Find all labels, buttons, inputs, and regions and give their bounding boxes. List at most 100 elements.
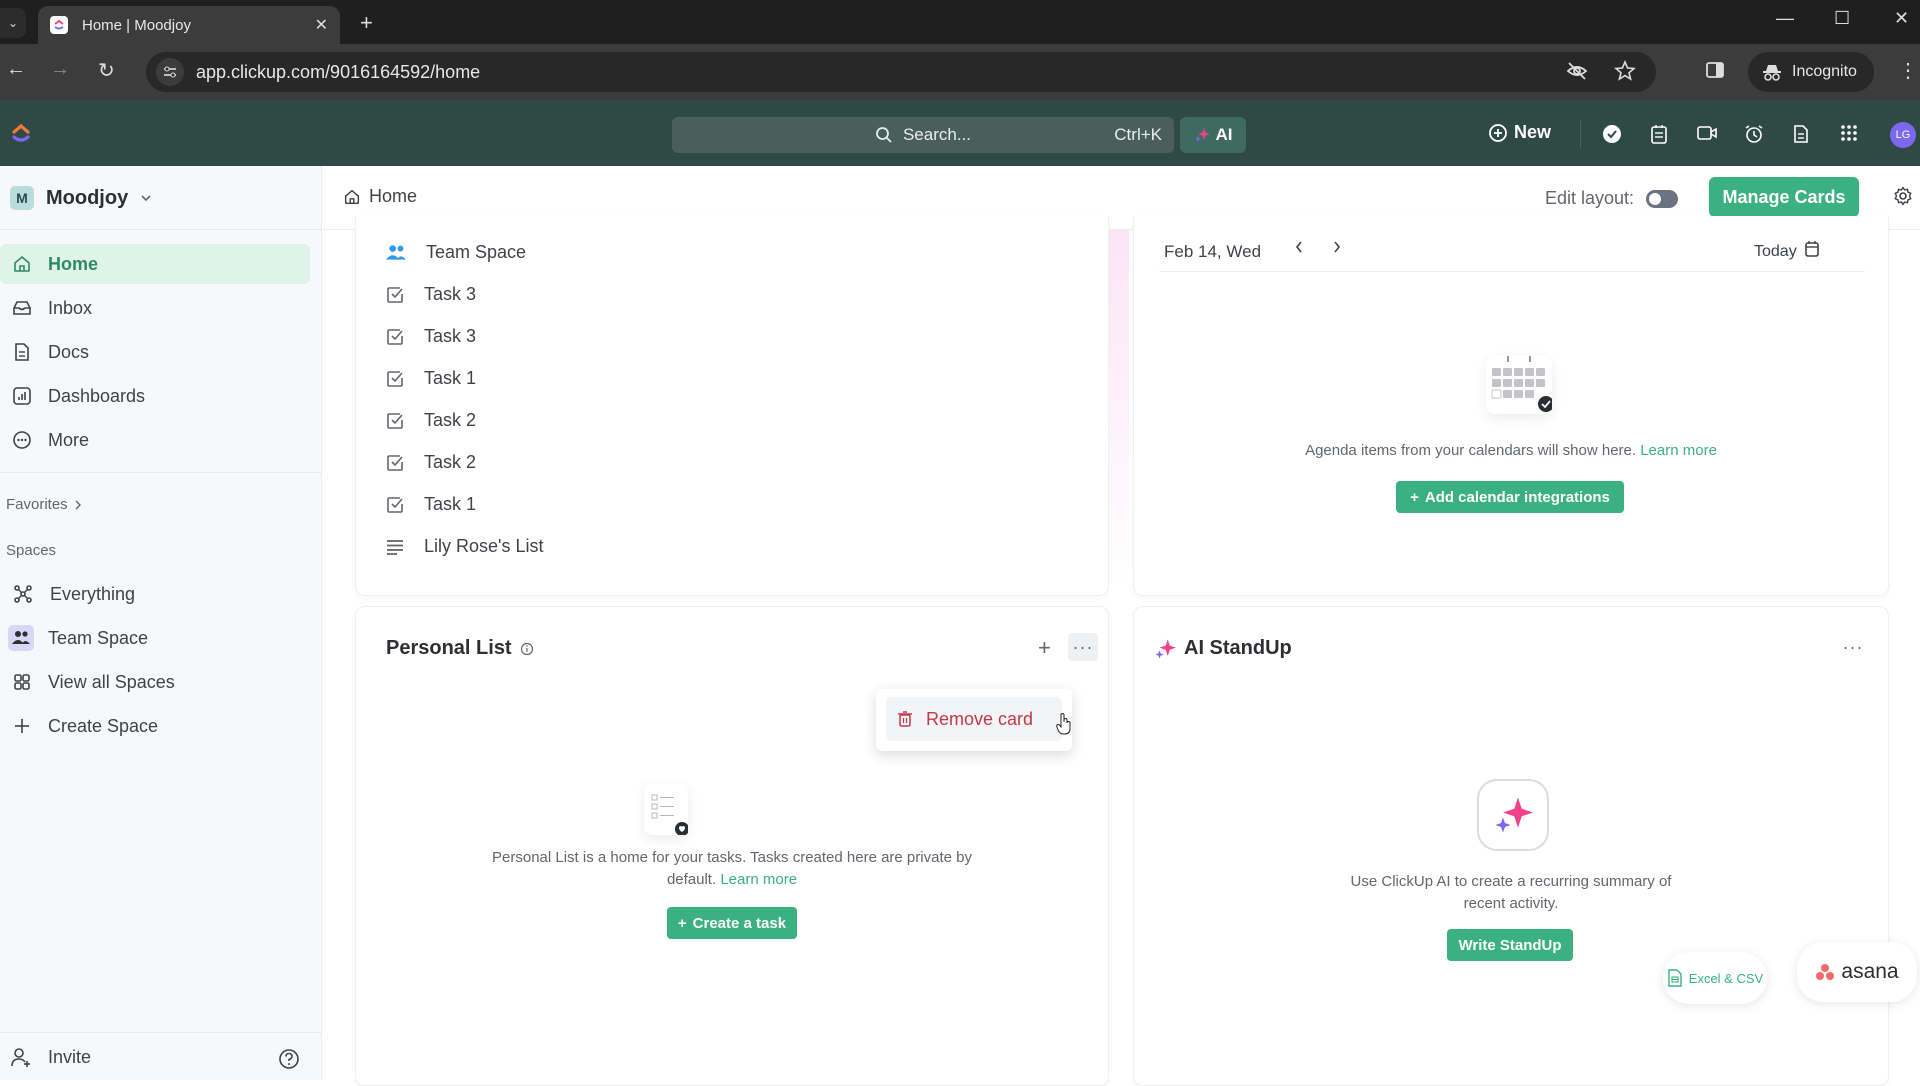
incognito-label: Incognito <box>1792 63 1857 80</box>
add-task-button[interactable]: + <box>1038 635 1051 661</box>
bookmark-star-icon[interactable] <box>1614 60 1636 82</box>
video-record-icon[interactable] <box>1696 124 1718 142</box>
search-input[interactable]: Search... Ctrl+K <box>672 117 1174 153</box>
address-bar[interactable]: app.clickup.com/9016164592/home <box>146 52 1656 92</box>
ai-standup-card: AI StandUp ··· Use ClickUp AI to create … <box>1133 606 1889 1086</box>
card-edge-highlight <box>1109 230 1129 590</box>
calendar-icon[interactable] <box>1804 240 1820 258</box>
breadcrumb[interactable]: Home <box>343 186 417 207</box>
browser-tab[interactable]: Home | Moodjoy ✕ <box>38 6 340 44</box>
notepad-icon[interactable] <box>1650 124 1668 144</box>
sidebar-item-home[interactable]: Home <box>0 244 310 284</box>
close-tab-icon[interactable]: ✕ <box>315 15 328 35</box>
new-button[interactable]: New <box>1488 122 1551 143</box>
personal-list-learn-more-link[interactable]: Learn more <box>720 871 797 888</box>
add-calendar-integrations-button[interactable]: + Add calendar integrations <box>1396 481 1624 513</box>
sidebar-item-dashboards[interactable]: Dashboards <box>0 376 310 416</box>
sidebar-item-label: Inbox <box>48 297 93 318</box>
checklist-illustration-icon <box>644 783 688 835</box>
eye-off-icon[interactable] <box>1566 60 1588 82</box>
side-panel-icon[interactable] <box>1705 60 1725 80</box>
spaces-section: Spaces <box>6 542 56 559</box>
recent-item[interactable]: Task 2 <box>386 410 476 431</box>
sidebar-item-more[interactable]: More <box>0 420 310 460</box>
recent-item[interactable]: Lily Rose's List <box>386 536 543 557</box>
sidebar-item-label: Home <box>48 253 99 274</box>
plus-icon: + <box>677 914 687 932</box>
edit-layout-control: Edit layout: <box>1545 188 1679 209</box>
invite-button[interactable]: Invite <box>10 1046 91 1068</box>
recent-item[interactable]: Task 2 <box>386 452 476 473</box>
workspace-switcher[interactable]: M Moodjoy <box>10 186 152 210</box>
user-avatar[interactable]: LG <box>1890 122 1916 148</box>
edit-layout-toggle[interactable] <box>1646 189 1679 208</box>
recent-item[interactable]: Task 1 <box>386 368 476 389</box>
divider <box>0 1032 322 1033</box>
document-icon[interactable] <box>1792 124 1810 144</box>
reload-icon[interactable]: ↻ <box>98 58 115 83</box>
tab-search-button[interactable]: ⌄ <box>0 8 26 38</box>
minimize-icon[interactable]: — <box>1776 8 1794 29</box>
personal-list-empty-line-2: default. Learn more <box>356 869 1108 891</box>
browser-menu-icon[interactable]: ⋮ <box>1898 58 1918 83</box>
close-window-icon[interactable]: ✕ <box>1894 8 1909 29</box>
clickup-logo-icon[interactable] <box>10 122 32 144</box>
site-settings-icon[interactable] <box>156 58 184 86</box>
check-circle-icon[interactable] <box>1602 124 1622 144</box>
main-content: Home Edit layout: Manage Cards Team Spac… <box>323 166 1920 1086</box>
prev-day-button[interactable] <box>1294 240 1304 254</box>
more-icon <box>12 430 32 450</box>
recent-item[interactable]: Task 3 <box>386 284 476 305</box>
recent-item-label: Task 2 <box>424 452 477 472</box>
dashboard-icon <box>12 386 32 406</box>
grid-icon <box>12 672 32 692</box>
forward-icon[interactable]: → <box>50 58 70 81</box>
sidebar-item-team-space[interactable]: Team Space <box>0 618 310 658</box>
ai-sparkle-icon <box>1154 638 1176 660</box>
sidebar-item-everything[interactable]: Everything <box>0 574 310 614</box>
remove-card-label: Remove card <box>926 708 1034 729</box>
inbox-icon <box>12 298 32 318</box>
import-asana-chip[interactable]: asana <box>1797 942 1917 1002</box>
incognito-indicator[interactable]: Incognito <box>1748 52 1874 92</box>
recent-item[interactable]: Task 1 <box>386 494 476 515</box>
back-icon[interactable]: ← <box>6 58 26 81</box>
sidebar-item-docs[interactable]: Docs <box>0 332 310 372</box>
workspace-badge: M <box>10 186 34 210</box>
manage-cards-button[interactable]: Manage Cards <box>1709 177 1859 217</box>
sidebar-item-label: Docs <box>48 341 90 362</box>
recent-item[interactable]: Task 3 <box>386 326 476 347</box>
maximize-icon[interactable]: ☐ <box>1834 8 1850 29</box>
import-excel-csv-chip[interactable]: Excel & CSV <box>1663 952 1767 1004</box>
write-standup-button[interactable]: Write StandUp <box>1447 929 1573 961</box>
sidebar-item-view-all-spaces[interactable]: View all Spaces <box>0 662 310 702</box>
agenda-learn-more-link[interactable]: Learn more <box>1640 442 1717 459</box>
gear-icon[interactable] <box>1893 186 1913 206</box>
task-check-icon <box>386 454 404 472</box>
new-tab-button[interactable]: + <box>360 10 373 36</box>
task-check-icon <box>386 412 404 430</box>
home-icon <box>12 254 32 274</box>
plus-circle-icon <box>1488 123 1508 143</box>
sidebar-item-inbox[interactable]: Inbox <box>0 288 310 328</box>
card-menu-button[interactable]: ··· <box>1838 633 1868 661</box>
card-menu-button[interactable]: ··· <box>1068 633 1098 661</box>
personal-list-empty-default: default. <box>666 871 717 888</box>
invite-label: Invite <box>48 1046 92 1067</box>
recent-item[interactable]: Team Space <box>386 242 526 263</box>
new-label: New <box>1514 122 1552 142</box>
favorites-section[interactable]: Favorites <box>6 496 82 513</box>
today-button[interactable]: Today <box>1754 243 1797 261</box>
create-task-button[interactable]: + Create a task <box>667 907 797 939</box>
info-icon[interactable] <box>520 642 534 656</box>
help-icon[interactable] <box>278 1048 300 1070</box>
remove-card-menu-item[interactable]: Remove card <box>886 697 1071 741</box>
ai-standup-title-row: AI StandUp <box>1154 637 1292 660</box>
alarm-clock-icon[interactable] <box>1744 124 1764 144</box>
apps-grid-icon[interactable] <box>1840 124 1858 142</box>
spreadsheet-icon <box>1667 968 1683 988</box>
next-day-button[interactable] <box>1332 240 1342 254</box>
sidebar-item-create-space[interactable]: Create Space <box>0 706 310 746</box>
ai-button[interactable]: AI <box>1180 117 1246 153</box>
recents-card: Team Space Task 3 Task 3 Task 1 Task 2 T… <box>355 216 1109 596</box>
